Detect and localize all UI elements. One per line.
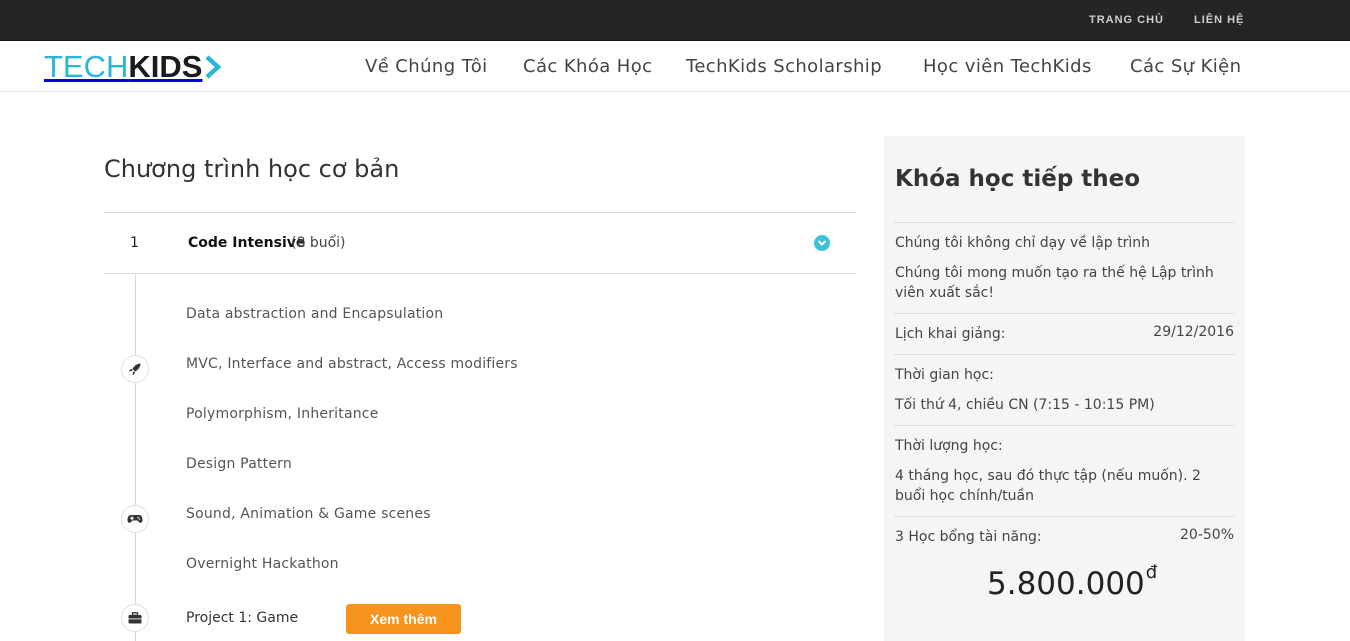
topic-item: Data abstraction and Encapsulation (186, 306, 444, 322)
study-time-value: Tối thứ 4, chiều CN (7:15 - 10:15 PM) (895, 397, 1155, 413)
nav-students[interactable]: Học viên TechKids (923, 56, 1092, 77)
top-link-contact[interactable]: LIÊN HỆ (1194, 14, 1244, 26)
nav-about[interactable]: Về Chúng Tôi (365, 56, 488, 77)
duration-label: Thời lượng học: (895, 438, 1003, 454)
course-accordion-header[interactable]: 1 Code Intensive (8 buổi) (104, 212, 856, 274)
main-header: TECH KIDS Về Chúng Tôi Các Khóa Học TechK… (0, 41, 1350, 92)
topic-item: MVC, Interface and abstract, Access modi… (186, 356, 518, 372)
timeline-line (135, 274, 136, 641)
top-bar: TRANG CHỦ LIÊN HỆ (0, 0, 1350, 41)
start-date-label: Lịch khai giảng: (895, 326, 1006, 342)
scholarship-value: 20-50% (1180, 527, 1234, 543)
duration-value: 4 tháng học, sau đó thực tập (nếu muốn).… (895, 468, 1201, 504)
next-course-sidebar: Khóa học tiếp theo Chúng tôi không chỉ d… (884, 136, 1245, 641)
divider (894, 222, 1235, 223)
logo-text-tech: TECH (44, 49, 129, 84)
price-currency: đ (1145, 562, 1158, 583)
sidebar-title: Khóa học tiếp theo (895, 166, 1141, 192)
price-amount: 5.800.000 (987, 566, 1145, 602)
logo-chevron-icon (205, 55, 222, 79)
topic-item: Design Pattern (186, 456, 292, 472)
course-number: 1 (130, 235, 139, 251)
divider (894, 425, 1235, 426)
top-link-home[interactable]: TRANG CHỦ (1089, 14, 1164, 26)
chevron-down-icon[interactable] (814, 235, 830, 251)
topic-item: Sound, Animation & Game scenes (186, 506, 431, 522)
gamepad-icon (121, 505, 149, 533)
start-date-value: 29/12/2016 (1153, 324, 1234, 340)
topic-item: Polymorphism, Inheritance (186, 406, 379, 422)
divider (894, 516, 1235, 517)
topic-item: Overnight Hackathon (186, 556, 339, 572)
logo-text-kids: KIDS (128, 49, 203, 84)
course-sessions: (8 buổi) (291, 235, 346, 251)
sidebar-intro-1: Chúng tôi không chỉ dạy về lập trình (895, 235, 1151, 251)
briefcase-icon (121, 604, 149, 632)
study-time-label: Thời gian học: (895, 367, 994, 383)
curriculum-title: Chương trình học cơ bản (104, 155, 400, 183)
nav-courses[interactable]: Các Khóa Học (523, 56, 652, 77)
nav-events[interactable]: Các Sự Kiện (1130, 56, 1241, 77)
course-price: 5.800.000đ (987, 562, 1157, 602)
techkids-logo[interactable]: TECH KIDS (44, 49, 222, 84)
divider (894, 313, 1235, 314)
rocket-icon (121, 355, 149, 383)
divider (894, 354, 1235, 355)
scholarship-label: 3 Học bổng tài năng: (895, 529, 1042, 545)
course-name: Code Intensive (188, 235, 306, 251)
sidebar-intro-2: Chúng tôi mong muốn tạo ra thế hệ Lập tr… (895, 265, 1214, 301)
see-more-button[interactable]: Xem thêm (346, 604, 461, 634)
nav-scholarship[interactable]: TechKids Scholarship (686, 56, 882, 77)
project-label: Project 1: Game (186, 610, 299, 626)
